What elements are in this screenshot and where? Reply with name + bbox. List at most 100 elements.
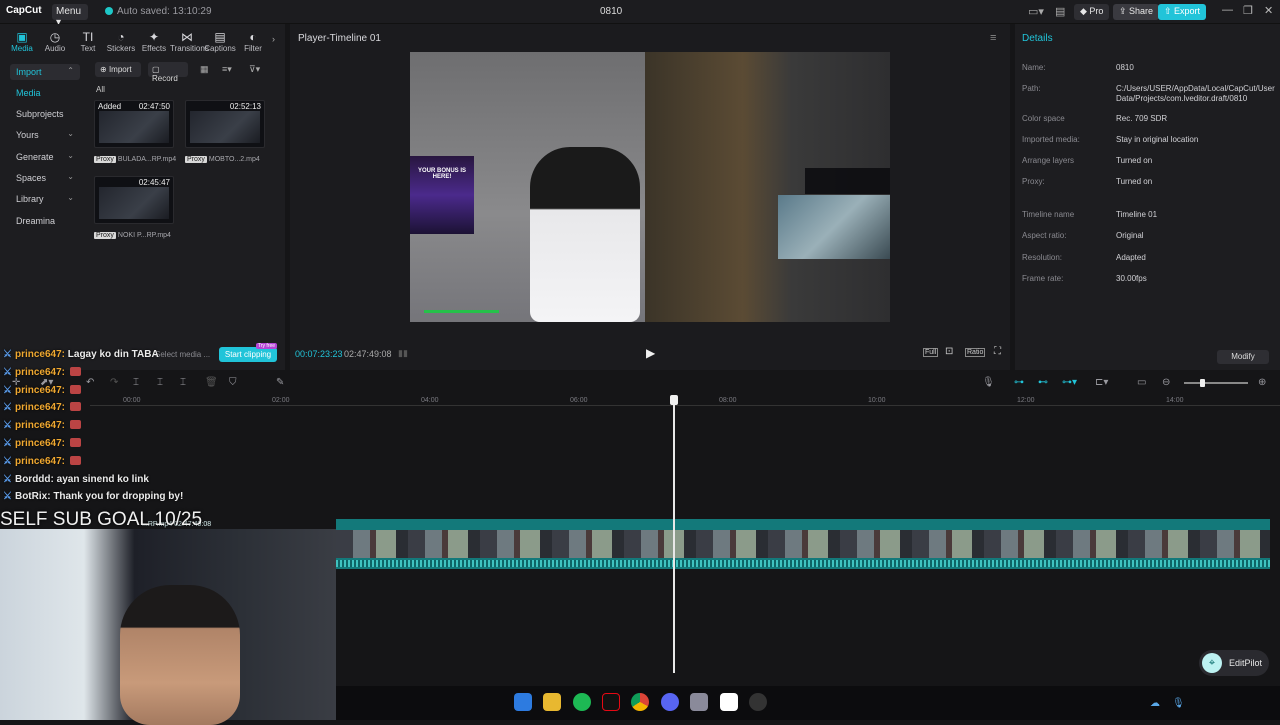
delete-icon[interactable]: 🗑 <box>205 377 218 388</box>
network-icon[interactable]: ☁ <box>1150 698 1160 709</box>
auto-snap-icon[interactable]: ⊷ <box>1038 377 1048 388</box>
chat-username: prince647: <box>14 420 65 431</box>
all-filter-label[interactable]: All <box>96 85 105 94</box>
sidebar-item-yours[interactable]: Yours ⌄ <box>10 127 80 143</box>
detail-key: Imported media: <box>1022 135 1080 144</box>
ratio-button[interactable]: Ratio <box>965 348 986 357</box>
media-clip-thumbnail[interactable]: 02:45:47 <box>94 176 174 224</box>
editpilot-button[interactable]: ⌖ EditPilot <box>1199 650 1269 676</box>
microphone-icon[interactable]: 🎙 <box>982 377 995 388</box>
zoom-in-icon[interactable]: ⊕ <box>1258 377 1266 388</box>
layout-icon[interactable]: ▭▾ <box>1028 5 1044 18</box>
chrome-icon[interactable] <box>631 693 649 711</box>
chevron-down-icon: ⌄ <box>67 151 74 160</box>
close-icon[interactable]: ✕ <box>1264 4 1273 17</box>
media-clip-thumbnail[interactable]: Added 02:47:50 <box>94 100 174 148</box>
video-preview[interactable]: YOUR BONUS IS HERE! <box>410 52 890 322</box>
export-button[interactable]: ⇧ Export <box>1158 4 1207 20</box>
main-track-magnet-icon[interactable]: ⊶ <box>1014 377 1024 388</box>
video-track-clip[interactable] <box>336 519 1270 569</box>
minimize-icon[interactable]: — <box>1222 4 1233 16</box>
total-timecode: 02:47:49:08 <box>344 349 392 359</box>
tab-effects[interactable]: ✦ Effects <box>137 30 171 53</box>
split-icon[interactable]: ⌶ <box>133 377 139 388</box>
split-left-icon[interactable]: ⌶ <box>157 377 163 388</box>
sidebar-item-dreamina[interactable]: Dreamina <box>10 213 80 229</box>
linkage-icon[interactable]: ⊶▾ <box>1062 377 1077 388</box>
windows-start-icon[interactable] <box>514 693 532 711</box>
export-label: Export <box>1174 6 1201 16</box>
effects-tab-icon: ✦ <box>148 30 160 44</box>
tab-captions[interactable]: ▤ Captions <box>203 30 237 53</box>
netflix-icon[interactable] <box>602 693 620 711</box>
chat-message: ⚔ prince647: <box>3 420 81 431</box>
proxy-badge: Proxy <box>185 156 207 163</box>
zoom-out-icon[interactable]: ⊖ <box>1162 377 1170 388</box>
player-menu-icon[interactable]: ≡ <box>990 32 996 44</box>
playhead-handle[interactable] <box>669 395 678 405</box>
sidebar-item-media[interactable]: Media <box>10 85 80 101</box>
audio-tab-icon: ◷ <box>49 30 61 44</box>
detail-value: Rec. 709 SDR <box>1116 114 1168 123</box>
clip-name: NOKI P...RP.mp4 <box>117 232 171 239</box>
preview-axis-icon[interactable]: ⊏▾ <box>1095 377 1108 388</box>
text-tab-icon: TI <box>82 30 94 44</box>
tab-filter[interactable]: ◐ Filter <box>236 30 270 53</box>
spotify-icon[interactable] <box>573 693 591 711</box>
detail-key: Proxy: <box>1022 177 1045 186</box>
menu-button[interactable]: Menu ▾ <box>52 4 88 28</box>
tab-audio[interactable]: ◷ Audio <box>38 30 72 53</box>
start-clipping-button[interactable]: Start clipping <box>219 347 277 362</box>
caption-track-icon[interactable]: ▭ <box>1137 377 1146 388</box>
clip-filename: Proxy MOBTO...2.mp4 <box>185 156 260 163</box>
sidebar-item-library[interactable]: Library ⌄ <box>10 191 80 207</box>
tab-media[interactable]: ▣ Media <box>5 30 39 53</box>
split-right-icon[interactable]: ⌶ <box>180 377 186 388</box>
tab-transitions[interactable]: ⋈ Transitions <box>170 30 209 53</box>
modify-button[interactable]: Modify <box>1217 350 1269 364</box>
magic-icon[interactable]: ✎ <box>276 377 284 388</box>
discord-icon[interactable] <box>661 693 679 711</box>
media-clip-thumbnail[interactable]: 02:52:13 <box>185 100 265 148</box>
timeline-ruler[interactable] <box>90 394 1280 406</box>
play-button[interactable]: ▶ <box>646 346 655 360</box>
shortcuts-icon[interactable]: ▤ <box>1055 5 1065 18</box>
maximize-icon[interactable]: ❐ <box>1243 4 1253 17</box>
tab-text[interactable]: TI Text <box>71 30 105 53</box>
fullscreen-icon[interactable]: ⛶ <box>994 346 1001 357</box>
capcut-icon[interactable] <box>720 693 738 711</box>
menu-label: Menu <box>56 6 82 17</box>
screenshot-icon[interactable]: ⊡ <box>945 346 953 357</box>
current-timecode: 00:07:23:23 <box>295 349 343 359</box>
ruler-tick-label: 06:00 <box>570 397 588 404</box>
microphone-tray-icon[interactable]: 🎙 <box>1172 698 1185 709</box>
zoom-slider-handle[interactable] <box>1200 379 1205 387</box>
sword-badge-icon: ⚔ <box>3 474 12 485</box>
sidebar-item-subprojects[interactable]: Subprojects <box>10 106 80 122</box>
redo-icon[interactable]: ↷ <box>110 377 118 388</box>
chat-message: ⚔ prince647: <box>3 367 81 378</box>
sidebar-item-spaces[interactable]: Spaces ⌄ <box>10 170 80 186</box>
playhead[interactable] <box>669 395 678 673</box>
undo-icon[interactable]: ↶ <box>86 377 94 388</box>
import-button[interactable]: ⊕ Import <box>95 62 141 77</box>
zoom-slider[interactable] <box>1184 379 1248 387</box>
share-button[interactable]: ⇪ Share <box>1113 4 1160 20</box>
sort-icon[interactable]: ≡▾ <box>222 64 232 75</box>
record-button[interactable]: ▢ Record <box>148 62 188 83</box>
tab-stickers[interactable]: ◔ Stickers <box>104 30 138 53</box>
streamer-webcam <box>0 529 336 725</box>
grid-view-icon[interactable]: ▦ <box>200 64 209 75</box>
sidebar-item-import[interactable]: Import ⌃ <box>10 64 80 80</box>
file-explorer-icon[interactable] <box>543 693 561 711</box>
player-panel: Player-Timeline 01 ≡ YOUR BONUS IS HERE!… <box>290 24 1010 370</box>
timeline-view-icon[interactable]: ▮▮ <box>398 348 408 359</box>
sidebar-item-generate[interactable]: Generate ⌄ <box>10 149 80 165</box>
pro-button[interactable]: ◆ Pro <box>1074 4 1110 20</box>
chrome-profile-icon[interactable] <box>690 693 708 711</box>
full-quality-button[interactable]: Full <box>923 348 939 357</box>
obs-icon[interactable] <box>749 693 767 711</box>
tabs-more-icon[interactable]: › <box>272 34 275 44</box>
shield-icon[interactable]: ⛉ <box>229 377 237 388</box>
filter-icon[interactable]: ⊽▾ <box>249 64 260 75</box>
